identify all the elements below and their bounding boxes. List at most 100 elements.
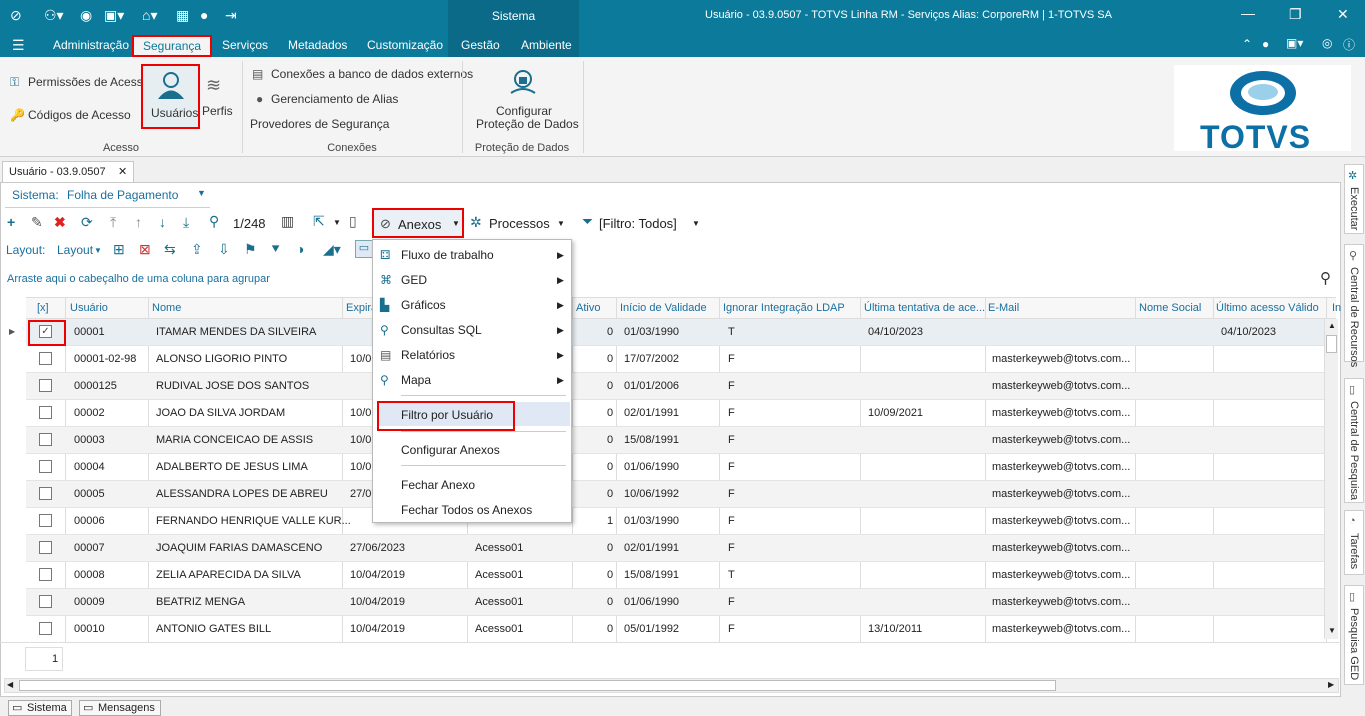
table-row[interactable]: 00005 ALESSANDRA LOPES DE ABREU 27/0 0 1… — [26, 481, 1324, 508]
globe-icon[interactable]: ● — [200, 7, 208, 23]
table-row[interactable]: 00003 MARIA CONCEICAO DE ASSIS 10/0 0 15… — [26, 427, 1324, 454]
table-row[interactable]: 00002 JOAO DA SILVA JORDAM 10/0 0 02/01/… — [26, 400, 1324, 427]
row-checkbox[interactable] — [39, 460, 52, 473]
collapse-ribbon-icon[interactable]: ⌃ — [1242, 37, 1252, 51]
sistema-select[interactable]: Folha de Pagamento — [67, 188, 178, 202]
filtro-button[interactable]: [Filtro: Todos] — [599, 216, 677, 231]
swap-layout-icon[interactable]: ⇆ — [164, 241, 176, 258]
row-checkbox[interactable] — [39, 622, 52, 635]
paint-icon[interactable]: ⚑ — [244, 241, 257, 258]
col-select[interactable]: [x] — [37, 302, 49, 314]
chevron-down-icon[interactable]: ▼ — [557, 219, 565, 228]
table-row[interactable]: 00001-02-98 ALONSO LIGORIO PINTO 10/0 0 … — [26, 346, 1324, 373]
scroll-right-icon[interactable]: ▶ — [1328, 680, 1334, 689]
sidebar-tab-pesquisa-ged[interactable]: ▯ Pesquisa GED — [1344, 585, 1364, 685]
menu-item-graficos[interactable]: Gráficos — [401, 298, 446, 312]
columns-icon[interactable]: ▥ — [281, 213, 294, 230]
permissoes-acesso-button[interactable]: Permissões de Acesso — [28, 75, 149, 89]
tab-close-icon[interactable]: ✕ — [118, 162, 127, 182]
usuarios-button[interactable]: Usuários — [141, 64, 200, 129]
scroll-up-icon[interactable]: ▲ — [1328, 321, 1336, 330]
menu-item-fluxo[interactable]: Fluxo de trabalho — [401, 248, 494, 262]
delete-icon[interactable]: ✖ — [54, 214, 66, 231]
col-email[interactable]: E-Mail — [988, 302, 1019, 314]
menu-customizacao[interactable]: Customização — [367, 38, 443, 52]
row-checkbox[interactable] — [39, 568, 52, 581]
row-checkbox[interactable] — [39, 433, 52, 446]
menu-item-relatorios[interactable]: Relatórios — [401, 348, 455, 362]
row-checkbox[interactable] — [39, 541, 52, 554]
document-icon[interactable]: ▯ — [349, 213, 357, 230]
globe-icon[interactable]: ● — [1262, 37, 1269, 51]
grid-icon[interactable]: ▦ — [176, 7, 189, 24]
download-layout-icon[interactable]: ⇩ — [218, 241, 230, 258]
row-checkbox[interactable] — [39, 487, 52, 500]
row-checkbox[interactable] — [39, 379, 52, 392]
row-checkbox[interactable] — [39, 406, 52, 419]
menu-item-consultas[interactable]: Consultas SQL — [401, 323, 482, 337]
close-icon[interactable]: ✕ — [1337, 6, 1349, 23]
scroll-down-icon[interactable]: ▼ — [1328, 626, 1336, 635]
col-ativo[interactable]: Ativo — [576, 302, 600, 314]
menu-item-configurar-anexos[interactable]: Configurar Anexos — [401, 443, 500, 457]
vertical-scrollbar[interactable]: ▲ ▼ — [1324, 319, 1338, 639]
upload-layout-icon[interactable]: ⇪ — [191, 241, 203, 258]
window-layout-icon[interactable]: ▣▾ — [1286, 36, 1303, 50]
home-icon[interactable]: ⌂▾ — [142, 7, 157, 24]
provedores-button[interactable]: Provedores de Segurança — [250, 117, 389, 131]
table-row[interactable]: 00004 ADALBERTO DE JESUS LIMA 10/0 0 01/… — [26, 454, 1324, 481]
status-tab-sistema[interactable]: ▭ Sistema — [8, 700, 72, 716]
previous-record-icon[interactable]: ↑ — [135, 214, 142, 230]
sidebar-tab-tarefas[interactable]: ◔ Tarefas — [1344, 510, 1364, 575]
display-icon[interactable]: ▭ — [355, 240, 373, 258]
col-nome-social[interactable]: Nome Social — [1139, 302, 1201, 314]
table-row[interactable]: 00010 ANTONIO GATES BILL 10/04/2019 Aces… — [26, 616, 1324, 643]
row-checkbox[interactable] — [39, 352, 52, 365]
table-row[interactable]: 0000125 RUDIVAL JOSE DOS SANTOS 0 01/01/… — [26, 373, 1324, 400]
scroll-left-icon[interactable]: ◀ — [7, 680, 13, 689]
search-icon[interactable]: ⚲ — [1320, 269, 1331, 287]
col-nome[interactable]: Nome — [152, 302, 181, 314]
first-record-icon[interactable]: ⤒ — [110, 214, 116, 231]
add-icon[interactable]: + — [7, 214, 15, 230]
configurar-line2[interactable]: Proteção de Dados — [476, 117, 579, 131]
next-record-icon[interactable]: ↓ — [159, 214, 166, 230]
col-ultimo-acesso[interactable]: Último acesso Válido — [1216, 302, 1319, 314]
table-row[interactable]: ✓ 00001 ITAMAR MENDES DA SILVEIRA 0 01/0… — [26, 319, 1324, 346]
pin-icon[interactable]: ⯆ — [270, 241, 281, 258]
minimize-icon[interactable]: — — [1241, 5, 1255, 21]
sidebar-tab-central-pesquisa[interactable]: ▯ Central de Pesquisa — [1344, 378, 1364, 503]
restore-icon[interactable]: ❐ — [1289, 6, 1302, 23]
remove-layout-icon[interactable]: ⊠ — [139, 241, 151, 258]
menu-item-ged[interactable]: GED — [401, 273, 427, 287]
last-record-icon[interactable]: ⤓ — [183, 214, 189, 231]
app-logo-icon[interactable]: ⊘ — [10, 7, 22, 24]
palette-icon[interactable]: ◑ — [296, 241, 304, 257]
col-in[interactable]: In — [1332, 302, 1341, 314]
horizontal-scrollbar[interactable]: ◀ ▶ — [4, 678, 1339, 693]
chevron-down-icon[interactable]: ▼ — [197, 188, 206, 198]
row-checkbox[interactable] — [39, 514, 52, 527]
menu-item-fechar-todos[interactable]: Fechar Todos os Anexos — [401, 503, 532, 517]
org-chart-icon[interactable]: ⚇▾ — [44, 7, 64, 24]
menu-item-mapa[interactable]: Mapa — [401, 373, 431, 387]
chart-icon[interactable]: ◢▾ — [323, 241, 341, 258]
search-icon[interactable]: ⚲ — [209, 213, 219, 230]
row-checkbox[interactable] — [39, 595, 52, 608]
edit-icon[interactable]: ✎ — [31, 214, 43, 231]
menu-item-fechar-anexo[interactable]: Fechar Anexo — [401, 478, 475, 492]
menu-gestao[interactable]: Gestão — [461, 38, 500, 52]
processos-button[interactable]: Processos — [489, 216, 550, 231]
conexoes-bd-button[interactable]: Conexões a banco de dados externos — [271, 67, 473, 81]
perfis-button[interactable]: Perfis — [202, 104, 233, 118]
window-icon[interactable]: ▣▾ — [104, 7, 124, 24]
col-ultima-tentativa[interactable]: Última tentativa de ace... — [864, 302, 985, 314]
document-tab[interactable]: Usuário - 03.9.0507 ✕ — [2, 161, 134, 183]
sidebar-tab-central-recursos[interactable]: ⚲ Central de Recursos — [1344, 244, 1364, 367]
exit-icon[interactable]: ⇥ — [225, 7, 237, 24]
menu-seguranca[interactable]: Segurança — [132, 35, 213, 57]
col-ignorar-ldap[interactable]: Ignorar Integração LDAP — [723, 302, 845, 314]
layout-dropdown[interactable]: Layout — [57, 243, 93, 257]
horizontal-scroll-thumb[interactable] — [19, 680, 1056, 691]
page-indicator[interactable]: 1 — [25, 647, 63, 671]
